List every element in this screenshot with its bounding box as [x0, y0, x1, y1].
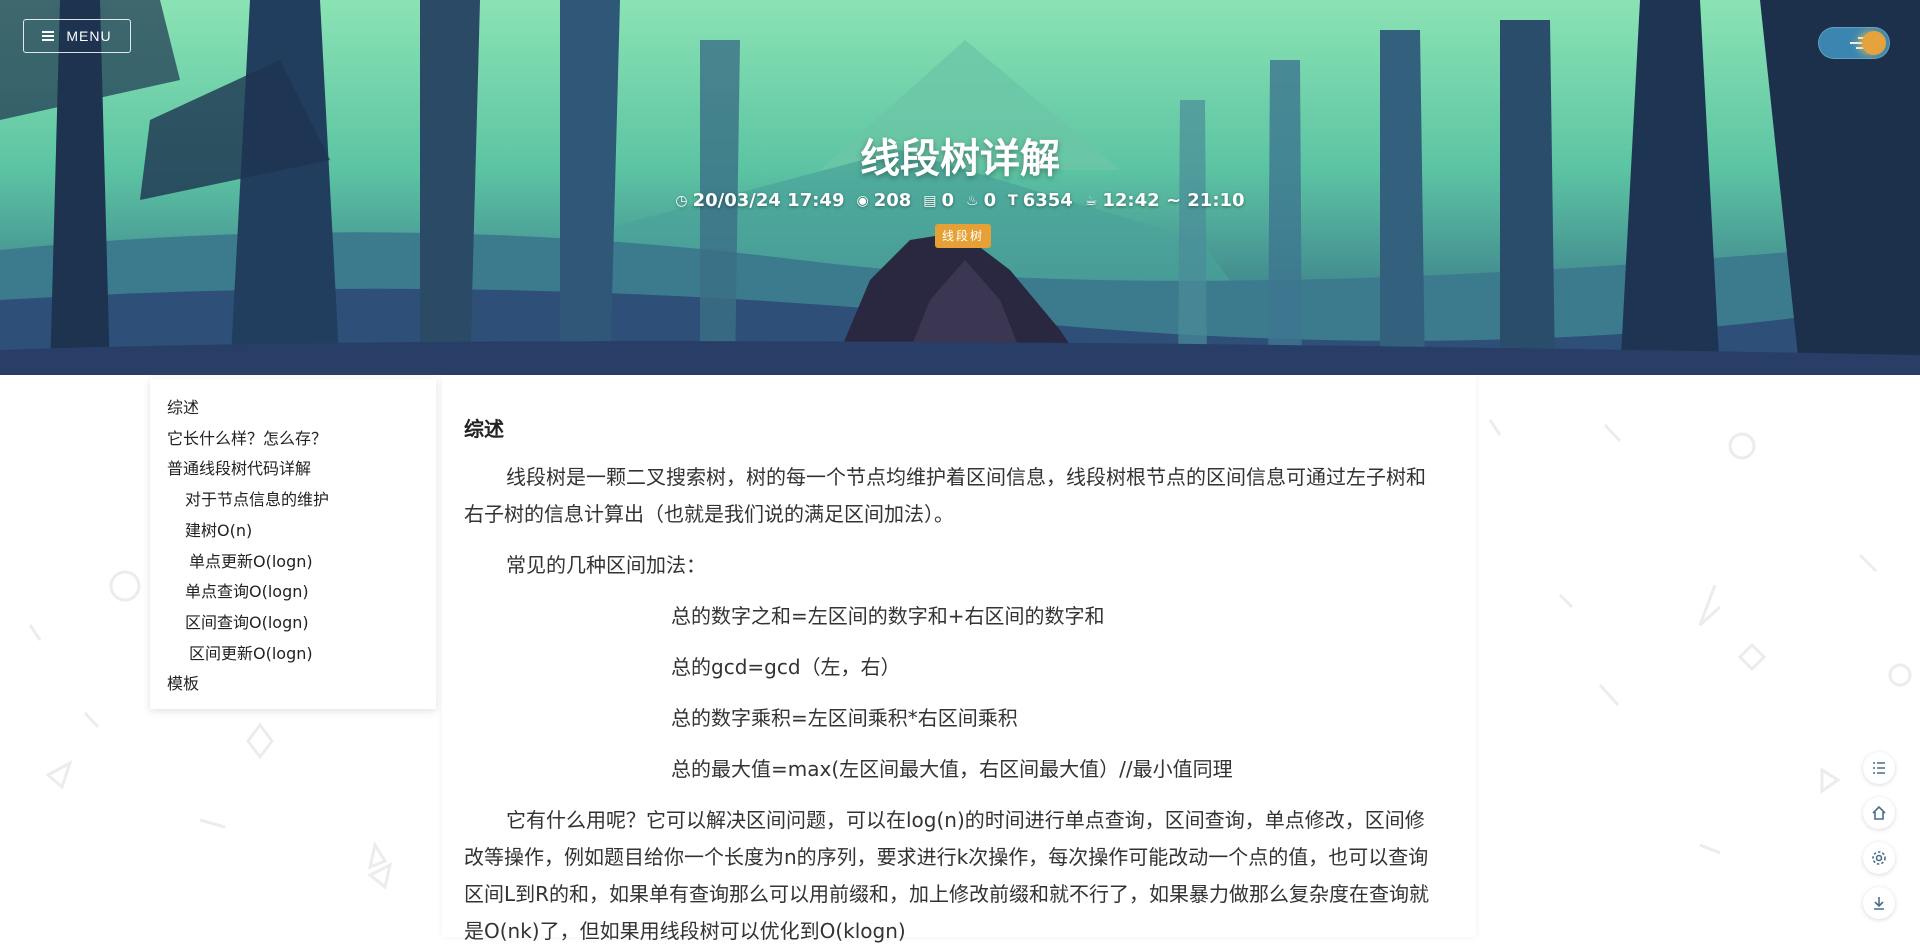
clock-icon: ◷	[675, 192, 688, 209]
hero-banner: MENU 线段树详解 ◷ 20/03/24 17:49 ◉ 208 ▤ 0 ♨ 0 T6…	[0, 0, 1920, 375]
formula-line: 总的gcd=gcd（左，右）	[671, 655, 901, 679]
section-heading: 综述	[464, 417, 504, 441]
toc-icon[interactable]	[1863, 752, 1895, 784]
meta-date: ◷ 20/03/24 17:49	[675, 190, 845, 211]
table-of-contents: 综述 它长什么样？怎么存？ 普通线段树代码详解 对于节点信息的维护 建树O(n)…	[150, 379, 436, 709]
formula-line: 总的最大值=max(左区间最大值，右区间最大值）//最小值同理	[671, 757, 1233, 781]
page-title: 线段树详解	[860, 136, 1060, 182]
toc-item[interactable]: 区间查询O(logn)	[167, 608, 436, 639]
meta-comments: ▤ 0	[923, 190, 955, 211]
toc-item[interactable]: 普通线段树代码详解	[167, 454, 436, 485]
paragraph: 常见的几种区间加法：	[506, 553, 706, 577]
comment-icon: ▤	[923, 192, 937, 209]
formula-line: 总的数字之和=左区间的数字和+右区间的数字和	[671, 604, 1105, 628]
paragraph: 线段树是一颗二叉搜索树，树的每一个节点均维护着区间信息，线段树根节点的区间信息可…	[464, 465, 1426, 526]
meta-read-time: ☕ 12:42 ~ 21:10	[1084, 190, 1245, 211]
meta-words: T 6354	[1008, 190, 1073, 211]
hamburger-icon	[42, 31, 55, 41]
post-meta: ◷ 20/03/24 17:49 ◉ 208 ▤ 0 ♨ 0 T 6354 ☕ 12:42 …	[0, 190, 1920, 211]
sun-knob-icon	[1862, 31, 1886, 55]
toc-item[interactable]: 建树O(n)	[167, 516, 436, 547]
formula-line: 总的数字乘积=左区间乘积*右区间乘积	[671, 706, 1018, 730]
home-icon[interactable]	[1863, 797, 1895, 829]
toc-item[interactable]: 它长什么样？怎么存？	[167, 424, 436, 455]
fire-icon: ♨	[966, 192, 979, 209]
gear-icon[interactable]	[1863, 842, 1895, 874]
toc-item[interactable]: 综述	[167, 393, 436, 424]
coffee-icon: ☕	[1084, 192, 1098, 209]
forest-illustration	[0, 0, 1920, 375]
toc-item[interactable]: 区间更新O(logn)	[167, 639, 436, 670]
floating-toolbar	[1863, 752, 1895, 932]
text-icon: T	[1008, 192, 1018, 209]
meta-views: ◉ 208	[856, 190, 912, 211]
download-icon[interactable]	[1863, 887, 1895, 919]
paragraph: 它有什么用呢？它可以解决区间问题，可以在log(n)的时间进行单点查询，区间查询…	[464, 808, 1430, 943]
menu-label: MENU	[66, 28, 112, 44]
eye-icon: ◉	[856, 192, 869, 209]
menu-button[interactable]: MENU	[23, 19, 131, 53]
toc-item[interactable]: 单点查询O(logn)	[167, 577, 436, 608]
toc-item[interactable]: 单点更新O(logn)	[167, 547, 436, 578]
tag-badge[interactable]: 线段树	[935, 224, 992, 248]
meta-likes: ♨ 0	[966, 190, 997, 211]
article-body: 综述 线段树是一颗二叉搜索树，树的每一个节点均维护着区间信息，线段树根节点的区间…	[442, 375, 1476, 943]
toc-item[interactable]: 模板	[167, 669, 436, 700]
theme-toggle[interactable]	[1818, 27, 1890, 59]
toc-item[interactable]: 对于节点信息的维护	[167, 485, 436, 516]
